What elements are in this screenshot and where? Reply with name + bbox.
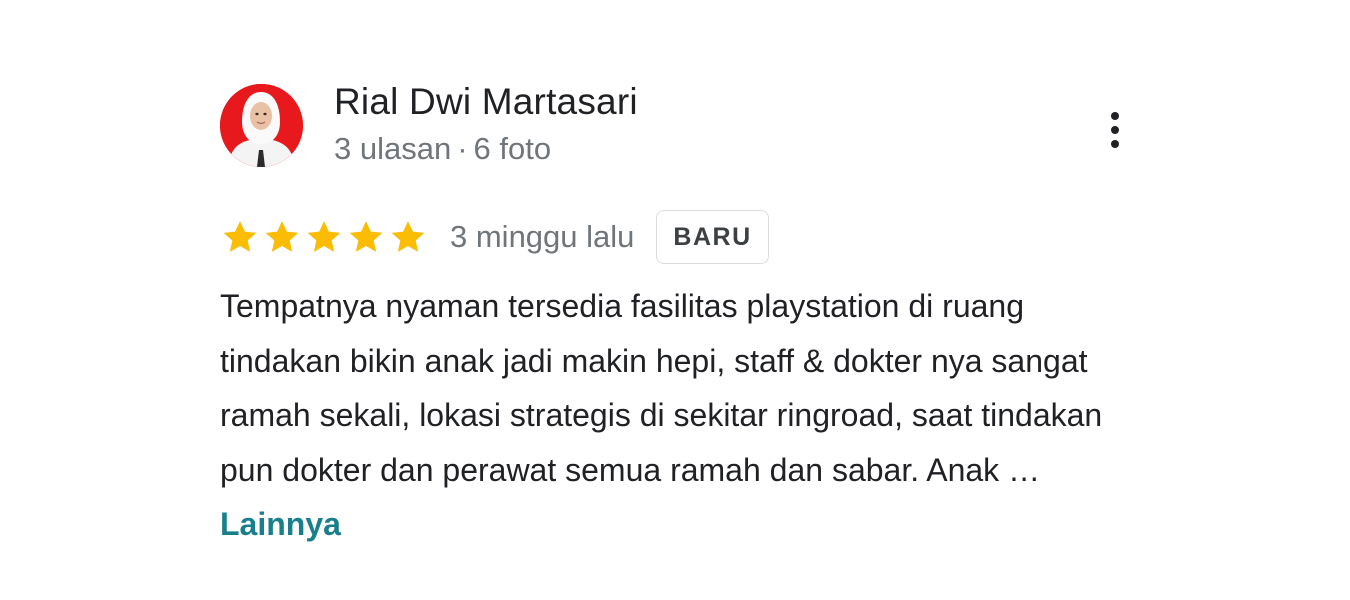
star-icon	[265, 221, 299, 252]
new-badge: BARU	[656, 210, 769, 264]
review-body: Tempatnya nyaman tersedia fasilitas play…	[220, 288, 1103, 488]
avatar-image	[220, 84, 303, 167]
stats-separator: ·	[457, 131, 468, 166]
reviewer-stats: 3 ulasan · 6 foto	[334, 132, 638, 166]
review-text: Tempatnya nyaman tersedia fasilitas play…	[220, 279, 1150, 552]
star-icon	[307, 221, 341, 252]
review-card: Rial Dwi Martasari 3 ulasan · 6 foto 3 min…	[220, 82, 1150, 552]
read-more-link[interactable]: Lainnya	[220, 506, 341, 542]
avatar[interactable]	[220, 84, 303, 167]
reviewer-info: Rial Dwi Martasari 3 ulasan · 6 foto	[334, 82, 638, 166]
reviewer-review-count: 3 ulasan	[334, 131, 452, 166]
review-header: Rial Dwi Martasari 3 ulasan · 6 foto	[220, 82, 1150, 168]
more-vert-icon	[1111, 112, 1119, 148]
reviewer-photo-count: 6 foto	[473, 131, 552, 166]
review-meta-row: 3 minggu lalu BARU	[220, 210, 1150, 264]
more-options-button[interactable]	[1098, 106, 1132, 154]
star-icon	[349, 221, 383, 252]
review-date: 3 minggu lalu	[450, 219, 635, 254]
star-icon	[391, 221, 425, 252]
star-icon	[223, 221, 257, 252]
reviewer-name[interactable]: Rial Dwi Martasari	[334, 82, 638, 122]
star-rating	[220, 217, 428, 257]
